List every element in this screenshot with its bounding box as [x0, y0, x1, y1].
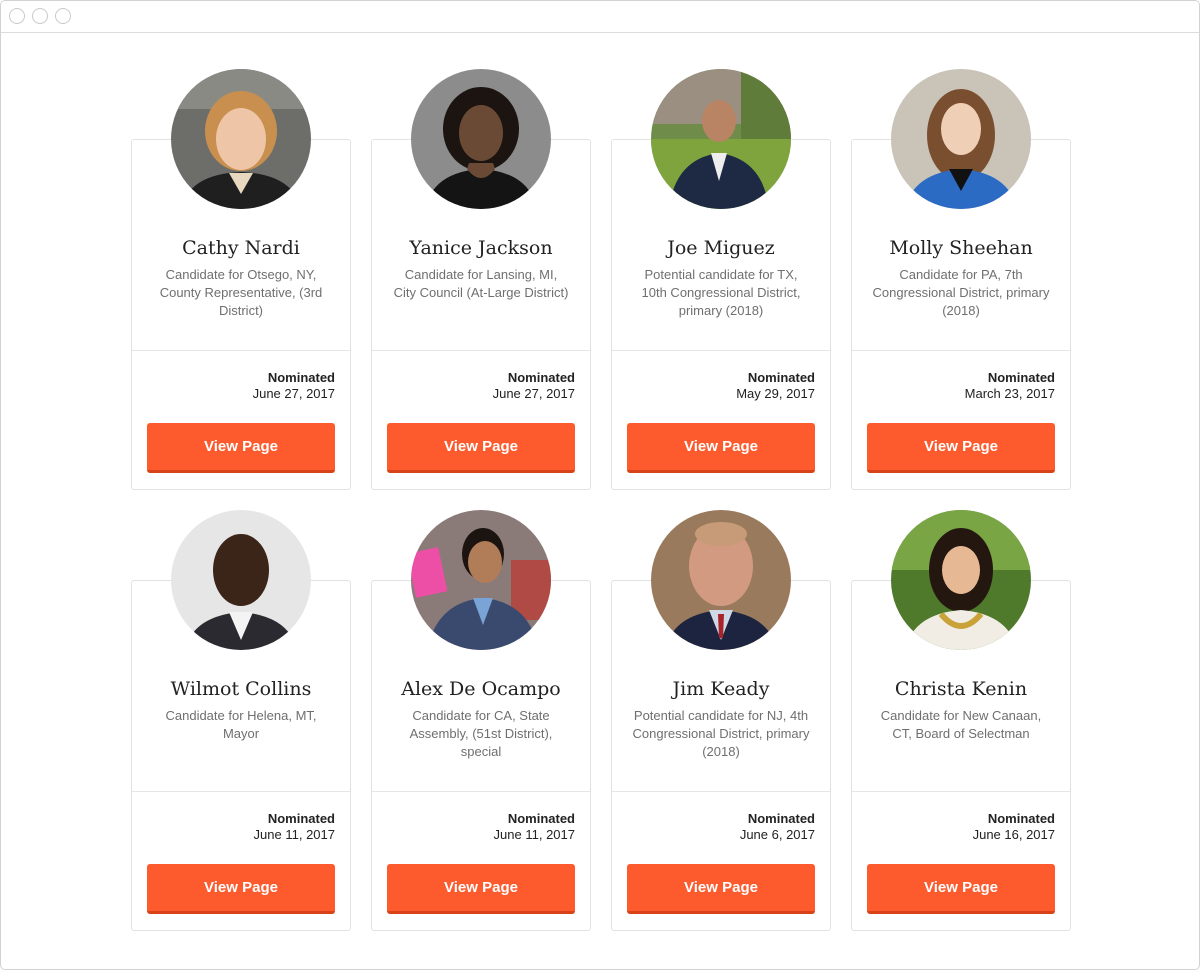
view-page-button[interactable]: View Page — [147, 864, 335, 914]
nominated-date: June 27, 2017 — [492, 386, 575, 401]
candidate-photo — [171, 510, 311, 650]
candidate-card: Christa Kenin Candidate for New Canaan, … — [851, 510, 1071, 931]
candidate-name: Wilmot Collins — [170, 678, 312, 700]
nominated-date: June 11, 2017 — [253, 827, 335, 842]
candidate-name: Cathy Nardi — [182, 237, 300, 259]
candidate-card: Yanice Jackson Candidate for Lansing, MI… — [371, 69, 591, 490]
nominated-date: June 11, 2017 — [493, 827, 575, 842]
nominated-label: Nominated — [507, 370, 575, 385]
card-divider — [132, 350, 350, 351]
nominated-date: June 16, 2017 — [972, 827, 1055, 842]
nominated-label: Nominated — [267, 370, 335, 385]
view-page-button[interactable]: View Page — [387, 423, 575, 473]
nominated-label: Nominated — [747, 370, 815, 385]
card-divider — [852, 350, 1070, 351]
candidate-description: Candidate for New Canaan, CT, Board of S… — [880, 708, 1042, 741]
view-page-button[interactable]: View Page — [627, 864, 815, 914]
candidate-card: Jim Keady Potential candidate for NJ, 4t… — [611, 510, 831, 931]
nominated-date: June 27, 2017 — [252, 386, 335, 401]
nominated-label: Nominated — [267, 811, 335, 826]
nominated-label: Nominated — [507, 811, 575, 826]
view-page-button[interactable]: View Page — [387, 864, 575, 914]
card-divider — [132, 791, 350, 792]
candidate-card: Alex De Ocampo Candidate for CA, State A… — [371, 510, 591, 931]
window-minimize-dot[interactable] — [32, 8, 48, 24]
browser-window: Cathy Nardi Candidate for Otsego, NY, Co… — [0, 0, 1200, 970]
candidate-name: Christa Kenin — [894, 678, 1028, 700]
candidate-photo — [891, 69, 1031, 209]
candidate-card: Cathy Nardi Candidate for Otsego, NY, Co… — [131, 69, 351, 490]
candidate-grid: Cathy Nardi Candidate for Otsego, NY, Co… — [131, 69, 1071, 939]
candidate-description: Candidate for Lansing, MI, City Council … — [393, 267, 569, 300]
card-divider — [372, 791, 590, 792]
candidate-photo — [411, 69, 551, 209]
candidate-card: Wilmot Collins Candidate for Helena, MT,… — [131, 510, 351, 931]
candidate-name: Joe Miguez — [667, 237, 775, 259]
candidate-card: Joe Miguez Potential candidate for TX, 1… — [611, 69, 831, 490]
view-page-button[interactable]: View Page — [627, 423, 815, 473]
candidate-photo — [411, 510, 551, 650]
window-titlebar — [1, 1, 1199, 33]
candidate-description: Candidate for Helena, MT, Mayor — [165, 708, 317, 741]
candidate-photo — [891, 510, 1031, 650]
candidate-name: Yanice Jackson — [409, 237, 553, 259]
nominated-date: June 6, 2017 — [739, 827, 815, 842]
card-divider — [612, 791, 830, 792]
card-divider — [852, 791, 1070, 792]
window-maximize-dot[interactable] — [55, 8, 71, 24]
candidate-photo — [651, 510, 791, 650]
candidate-name: Molly Sheehan — [889, 237, 1033, 259]
candidate-photo — [171, 69, 311, 209]
candidate-description: Candidate for Otsego, NY, County Represe… — [159, 267, 323, 318]
nominated-label: Nominated — [987, 811, 1055, 826]
candidate-description: Candidate for PA, 7th Congressional Dist… — [872, 267, 1050, 318]
view-page-button[interactable]: View Page — [867, 423, 1055, 473]
card-divider — [372, 350, 590, 351]
candidate-description: Potential candidate for TX, 10th Congres… — [641, 267, 801, 318]
nominated-label: Nominated — [747, 811, 815, 826]
candidate-name: Alex De Ocampo — [401, 678, 561, 700]
view-page-button[interactable]: View Page — [867, 864, 1055, 914]
nominated-date: May 29, 2017 — [736, 386, 815, 401]
view-page-button[interactable]: View Page — [147, 423, 335, 473]
nominated-date: March 23, 2017 — [964, 386, 1055, 401]
candidate-name: Jim Keady — [672, 678, 770, 700]
candidate-description: Potential candidate for NJ, 4th Congress… — [632, 708, 810, 759]
card-divider — [612, 350, 830, 351]
candidate-card: Molly Sheehan Candidate for PA, 7th Cong… — [851, 69, 1071, 490]
nominated-label: Nominated — [987, 370, 1055, 385]
candidate-photo — [651, 69, 791, 209]
window-close-dot[interactable] — [9, 8, 25, 24]
candidate-description: Candidate for CA, State Assembly, (51st … — [409, 708, 553, 759]
